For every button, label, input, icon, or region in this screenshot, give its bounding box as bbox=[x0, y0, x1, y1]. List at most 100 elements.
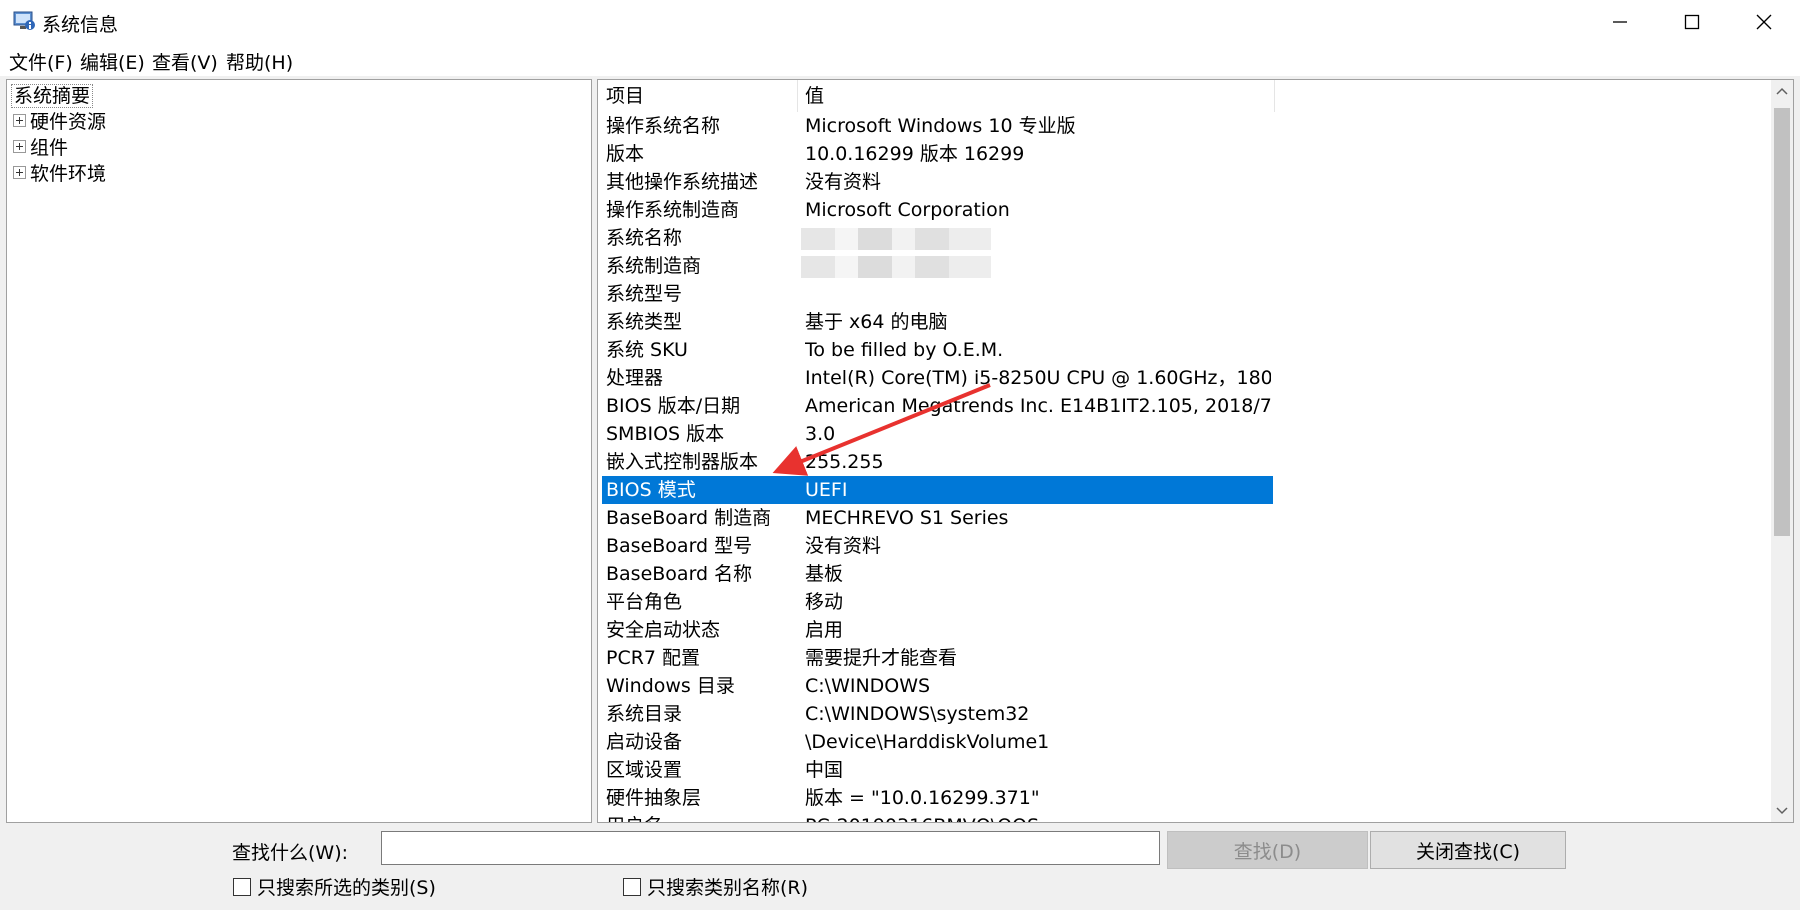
table-row[interactable]: 操作系统制造商 Microsoft Corporation bbox=[602, 196, 1273, 224]
checkbox-icon[interactable] bbox=[233, 877, 251, 896]
table-row[interactable]: SMBIOS 版本 3.0 bbox=[602, 420, 1273, 448]
row-key: 用户名 bbox=[606, 812, 663, 822]
row-key: 操作系统名称 bbox=[606, 115, 721, 137]
menu-view[interactable]: 查看(V) bbox=[152, 48, 218, 75]
tree-item-label: 系统摘要 bbox=[11, 84, 94, 108]
table-row[interactable]: 安全启动状态 启用 bbox=[602, 616, 1273, 644]
tree-item-components[interactable]: 组件 bbox=[13, 136, 68, 160]
row-key: 系统名称 bbox=[606, 227, 683, 249]
tree-item-software-environment[interactable]: 软件环境 bbox=[13, 162, 106, 186]
close-find-button[interactable]: 关闭查找(C) bbox=[1370, 831, 1566, 869]
scroll-up-arrow-icon[interactable] bbox=[1771, 80, 1793, 102]
table-row[interactable]: 系统目录 C:\WINDOWS\system32 bbox=[602, 700, 1273, 728]
menu-file[interactable]: 文件(F) bbox=[9, 48, 73, 75]
row-key: 嵌入式控制器版本 bbox=[606, 451, 759, 473]
table-row[interactable]: BaseBoard 名称 基板 bbox=[602, 560, 1273, 588]
expand-icon[interactable] bbox=[13, 114, 26, 127]
row-value: UEFI bbox=[805, 479, 848, 501]
menu-edit[interactable]: 编辑(E) bbox=[80, 48, 145, 75]
row-key: BIOS 版本/日期 bbox=[606, 395, 741, 417]
row-key: 其他操作系统描述 bbox=[606, 171, 759, 193]
table-row[interactable]: 启动设备 \Device\HarddiskVolume1 bbox=[602, 728, 1273, 756]
minimize-button[interactable] bbox=[1584, 0, 1656, 44]
row-key: PCR7 配置 bbox=[606, 647, 701, 669]
row-value: American Megatrends Inc. E14B1IT2.105, 2… bbox=[805, 395, 1271, 417]
row-key: 平台角色 bbox=[606, 591, 683, 613]
row-key: BaseBoard 型号 bbox=[606, 535, 753, 557]
tree-item-system-summary[interactable]: 系统摘要 bbox=[11, 84, 94, 108]
scrollbar-thumb[interactable] bbox=[1774, 108, 1790, 536]
column-header-item[interactable]: 项目 bbox=[606, 80, 645, 112]
row-value: 基板 bbox=[805, 563, 844, 585]
row-value: MECHREVO S1 Series bbox=[805, 507, 1009, 529]
table-row[interactable]: BaseBoard 型号 没有资料 bbox=[602, 532, 1273, 560]
column-divider[interactable] bbox=[1274, 80, 1275, 112]
row-value: 启用 bbox=[805, 619, 844, 641]
table-row[interactable]: PCR7 配置 需要提升才能查看 bbox=[602, 644, 1273, 672]
find-input[interactable] bbox=[381, 831, 1160, 865]
maximize-button[interactable] bbox=[1656, 0, 1728, 44]
row-value: 版本 = "10.0.16299.371" bbox=[805, 787, 1040, 809]
table-row[interactable]: 用户名 PC-20190316BMVQ\QOS bbox=[602, 812, 1273, 822]
close-icon bbox=[1756, 14, 1772, 30]
table-row[interactable]: 其他操作系统描述 没有资料 bbox=[602, 168, 1273, 196]
table-row[interactable]: Windows 目录 C:\WINDOWS bbox=[602, 672, 1273, 700]
expand-icon[interactable] bbox=[13, 140, 26, 153]
row-key: 系统类型 bbox=[606, 311, 683, 333]
tree-item-label: 软件环境 bbox=[30, 163, 107, 185]
row-key: BIOS 模式 bbox=[606, 479, 696, 501]
column-header-value[interactable]: 值 bbox=[805, 80, 825, 112]
close-button[interactable] bbox=[1728, 0, 1800, 44]
table-row[interactable]: 系统型号 bbox=[602, 280, 1273, 308]
scroll-down-arrow-icon[interactable] bbox=[1771, 800, 1793, 822]
checkbox-label: 只搜索所选的类别(S) bbox=[257, 877, 436, 899]
search-category-names-checkbox[interactable]: 只搜索类别名称(R) bbox=[623, 875, 808, 901]
table-row[interactable]: 处理器 Intel(R) Core(TM) i5-8250U CPU @ 1.60… bbox=[602, 364, 1273, 392]
table-row[interactable]: 系统类型 基于 x64 的电脑 bbox=[602, 308, 1273, 336]
tree-item-hardware-resources[interactable]: 硬件资源 bbox=[13, 110, 106, 134]
table-row[interactable]: 系统制造商 bbox=[602, 252, 1273, 280]
table-row[interactable]: 嵌入式控制器版本 255.255 bbox=[602, 448, 1273, 476]
minimize-icon bbox=[1613, 21, 1627, 23]
expand-icon[interactable] bbox=[13, 166, 26, 179]
table-row[interactable]: 平台角色 移动 bbox=[602, 588, 1273, 616]
checkbox-icon[interactable] bbox=[623, 877, 641, 896]
row-key: SMBIOS 版本 bbox=[606, 423, 725, 445]
table-row[interactable]: 区域设置 中国 bbox=[602, 756, 1273, 784]
row-key: 系统 SKU bbox=[606, 339, 688, 361]
table-row[interactable]: BaseBoard 制造商 MECHREVO S1 Series bbox=[602, 504, 1273, 532]
row-value: 移动 bbox=[805, 591, 844, 613]
category-tree[interactable]: 系统摘要 硬件资源 组件 软件环境 bbox=[6, 79, 592, 823]
row-value: C:\WINDOWS bbox=[805, 675, 931, 697]
row-key: 操作系统制造商 bbox=[606, 199, 740, 221]
checkbox-label: 只搜索类别名称(R) bbox=[647, 877, 809, 899]
vertical-scrollbar[interactable] bbox=[1771, 80, 1793, 822]
table-row[interactable]: 硬件抽象层 版本 = "10.0.16299.371" bbox=[602, 784, 1273, 812]
window-title: 系统信息 bbox=[42, 14, 119, 36]
redacted-value bbox=[801, 228, 991, 250]
row-key: 安全启动状态 bbox=[606, 619, 721, 641]
redacted-value bbox=[801, 256, 991, 278]
table-row[interactable]: BIOS 版本/日期 American Megatrends Inc. E14B1… bbox=[602, 392, 1273, 420]
table-row[interactable]: 系统名称 bbox=[602, 224, 1273, 252]
table-row[interactable]: BIOS 模式 UEFI bbox=[602, 476, 1273, 504]
table-row[interactable]: 操作系统名称 Microsoft Windows 10 专业版 bbox=[602, 112, 1273, 140]
find-button[interactable]: 查找(D) bbox=[1167, 831, 1368, 869]
row-value: 基于 x64 的电脑 bbox=[805, 311, 948, 333]
details-list[interactable]: 项目 值 操作系统名称 Microsoft Windows 10 专业版版本 10.… bbox=[597, 79, 1794, 823]
row-value: 10.0.16299 版本 16299 bbox=[805, 143, 1025, 165]
tree-item-label: 硬件资源 bbox=[30, 111, 107, 133]
table-row[interactable]: 系统 SKU To be filled by O.E.M. bbox=[602, 336, 1273, 364]
row-key: 启动设备 bbox=[606, 731, 683, 753]
row-value: Microsoft Windows 10 专业版 bbox=[805, 115, 1076, 137]
menu-help[interactable]: 帮助(H) bbox=[226, 48, 293, 75]
row-key: Windows 目录 bbox=[606, 675, 735, 697]
system-info-icon bbox=[12, 10, 36, 32]
find-label: 查找什么(W): bbox=[232, 842, 349, 864]
table-row[interactable]: 版本 10.0.16299 版本 16299 bbox=[602, 140, 1273, 168]
row-value: To be filled by O.E.M. bbox=[805, 339, 1004, 361]
column-divider[interactable] bbox=[797, 80, 798, 112]
search-selected-category-checkbox[interactable]: 只搜索所选的类别(S) bbox=[233, 875, 436, 901]
title-bar: 系统信息 bbox=[0, 0, 1800, 44]
menu-bar: 文件(F) 编辑(E) 查看(V) 帮助(H) bbox=[0, 44, 1800, 76]
